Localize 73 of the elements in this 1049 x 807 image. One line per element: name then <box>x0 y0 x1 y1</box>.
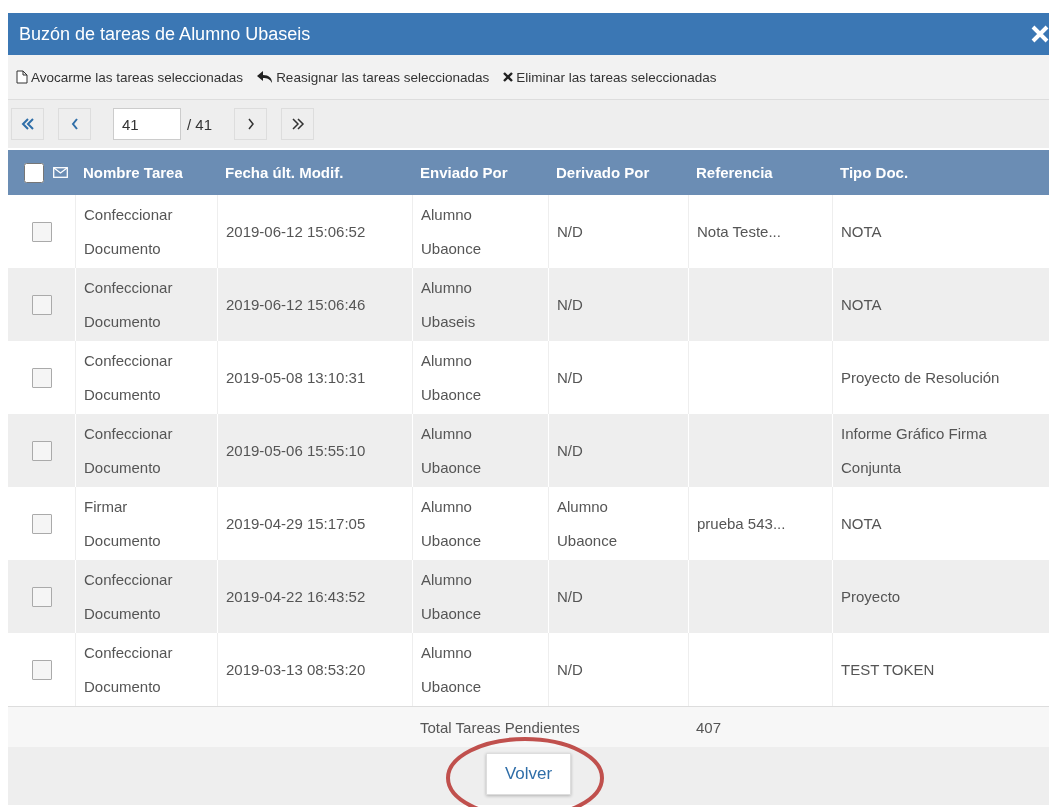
column-header[interactable]: Enviado Por <box>412 164 548 181</box>
table-cell-text: Alumno Ubaonce <box>421 204 482 259</box>
close-icon <box>503 72 514 82</box>
table-cell-text: 2019-06-12 15:06:52 <box>226 221 366 242</box>
select-all-checkbox[interactable] <box>24 162 44 183</box>
table-cell-text: Alumno Ubaseis <box>421 277 476 332</box>
table-cell-text: prueba 543... <box>697 513 786 534</box>
row-checkbox[interactable] <box>31 659 52 680</box>
table-cell-text: Alumno Ubaonce <box>421 423 482 478</box>
table-cell-text: N/D <box>557 294 583 315</box>
column-header[interactable]: Referencia <box>688 164 832 181</box>
table-cell-text: Firmar Documento <box>84 496 161 551</box>
row-checkbox[interactable] <box>31 440 52 461</box>
table-cell-text: Alumno Ubaonce <box>421 642 482 697</box>
table-cell-text: 2019-04-29 15:17:05 <box>226 513 366 534</box>
total-value: 407 <box>695 718 723 736</box>
window-title: Buzón de tareas de Alumno Ubaseis <box>19 23 311 45</box>
column-header[interactable]: Nombre Tarea <box>75 164 217 181</box>
table-cell-text: Confeccionar Documento <box>84 204 173 259</box>
table-cell-text: Confeccionar Documento <box>84 569 173 624</box>
toolbar-button[interactable]: Avocarme las tareas seleccionadas <box>16 69 244 85</box>
close-icon[interactable] <box>1031 25 1049 43</box>
back-button[interactable]: Volver <box>485 753 572 795</box>
table-cell-text: 2019-06-12 15:06:46 <box>226 294 366 315</box>
row-checkbox[interactable] <box>31 513 52 534</box>
page-total: / 41 <box>187 115 213 133</box>
table-cell-text: Nota Teste... <box>697 221 781 242</box>
table-cell-text: Confeccionar Documento <box>84 642 173 697</box>
table-cell-text: Alumno Ubaonce <box>557 496 618 551</box>
row-checkbox[interactable] <box>31 294 52 315</box>
table-cell-text: Confeccionar Documento <box>84 423 173 478</box>
row-checkbox[interactable] <box>31 221 52 242</box>
table-cell-text: N/D <box>557 221 583 242</box>
table-cell-text: N/D <box>557 586 583 607</box>
first-page-button[interactable] <box>11 108 44 140</box>
table-cell-text: 2019-04-22 16:43:52 <box>226 586 366 607</box>
toolbar-button[interactable]: Reasignar las tareas seleccionadas <box>257 69 490 85</box>
table-cell-text: TEST TOKEN <box>841 659 935 680</box>
reply-icon <box>257 71 274 83</box>
table-cell-text: N/D <box>557 659 583 680</box>
table-cell-text: Alumno Ubaonce <box>421 496 482 551</box>
last-page-button[interactable] <box>281 108 315 140</box>
table-cell-text: 2019-03-13 08:53:20 <box>226 659 366 680</box>
table-cell-text: Alumno Ubaonce <box>421 350 482 405</box>
table-cell-text: Confeccionar Documento <box>84 350 173 405</box>
toolbar-button[interactable]: Eliminar las tareas seleccionadas <box>503 69 717 85</box>
table-cell-text: Proyecto <box>841 586 901 607</box>
table-cell-text: Confeccionar Documento <box>84 277 173 332</box>
table-cell-text: Informe Gráfico Firma Conjunta <box>841 423 988 478</box>
table-cell-text: Alumno Ubaonce <box>421 569 482 624</box>
double-chevron-left-icon <box>20 118 35 130</box>
table-cell-text: 2019-05-08 13:10:31 <box>226 367 366 388</box>
total-label: Total Tareas Pendientes <box>419 718 580 736</box>
column-header[interactable]: Fecha últ. Modif. <box>217 164 412 181</box>
table-cell-text: N/D <box>557 367 583 388</box>
chevron-left-icon <box>70 118 79 130</box>
table-cell-text: N/D <box>557 440 583 461</box>
table-cell-text: Proyecto de Resolución <box>841 367 1000 388</box>
row-checkbox[interactable] <box>31 586 52 607</box>
table-cell-text: NOTA <box>841 221 882 242</box>
document-icon <box>16 70 28 84</box>
table-cell-text: 2019-05-06 15:55:10 <box>226 440 366 461</box>
next-page-button[interactable] <box>234 108 268 140</box>
envelope-icon <box>53 167 68 178</box>
column-header[interactable]: Tipo Doc. <box>832 164 1049 181</box>
column-header[interactable]: Derivado Por <box>548 164 688 181</box>
table-cell-text: NOTA <box>841 294 882 315</box>
page-field[interactable]: 41 <box>113 108 181 140</box>
previous-page-button[interactable] <box>58 108 91 140</box>
chevron-right-icon <box>246 118 255 130</box>
double-chevron-right-icon <box>290 118 305 130</box>
row-checkbox[interactable] <box>31 367 52 388</box>
table-cell-text: NOTA <box>841 513 882 534</box>
